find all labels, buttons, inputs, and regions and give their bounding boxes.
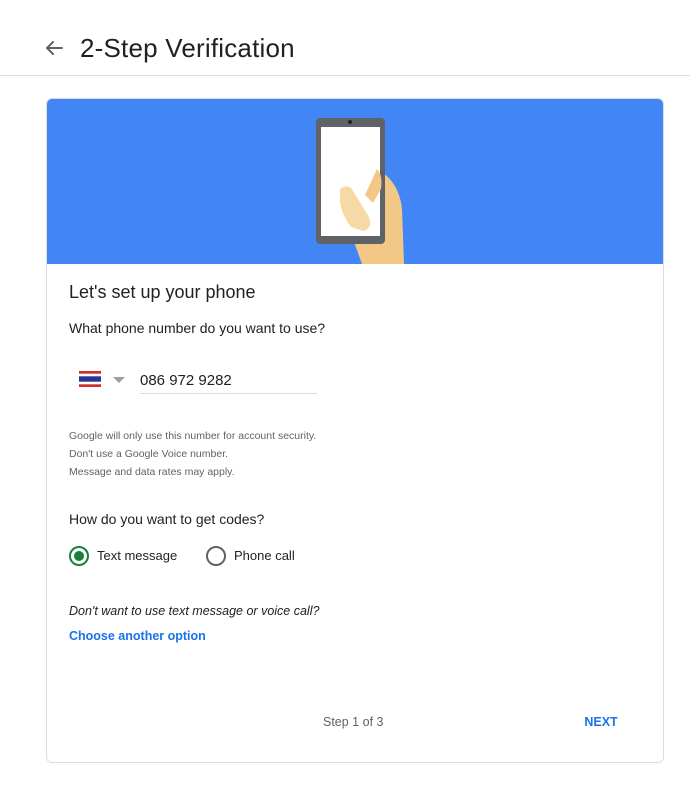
page-title: 2-Step Verification <box>80 33 295 63</box>
codes-question: How do you want to get codes? <box>69 511 265 527</box>
phone-note: Google will only use this number for acc… <box>69 430 317 442</box>
text-message-option[interactable]: Text message <box>69 545 189 567</box>
back-button[interactable] <box>40 34 68 62</box>
radio-unchecked-icon[interactable] <box>206 546 226 566</box>
thailand-flag-icon <box>79 371 101 387</box>
radio-label: Text message <box>97 548 178 563</box>
radio-checked-icon[interactable] <box>69 546 89 566</box>
country-selector[interactable] <box>77 367 129 393</box>
banner <box>47 99 663 264</box>
arrow-left-icon <box>46 41 63 55</box>
setup-title: Let's set up your phone <box>69 282 256 302</box>
phone-call-option[interactable]: Phone call <box>206 545 316 567</box>
choose-another-option-link[interactable]: Choose another option <box>69 629 206 643</box>
radio-label: Phone call <box>234 548 295 563</box>
next-button[interactable]: NEXT <box>573 707 629 737</box>
setup-card: Let's set up your phone What phone numbe… <box>46 98 664 763</box>
phone-number-input[interactable] <box>140 367 317 394</box>
phone-note: Don't use a Google Voice number. <box>69 448 229 460</box>
chevron-down-icon <box>113 377 125 383</box>
page-header: 2-Step Verification <box>0 0 690 76</box>
phone-question: What phone number do you want to use? <box>69 320 326 336</box>
step-indicator: Step 1 of 3 <box>323 715 384 729</box>
phone-note: Message and data rates may apply. <box>69 466 235 478</box>
hand-holding-phone-illustration <box>316 118 404 264</box>
alt-question: Don't want to use text message or voice … <box>69 604 320 618</box>
